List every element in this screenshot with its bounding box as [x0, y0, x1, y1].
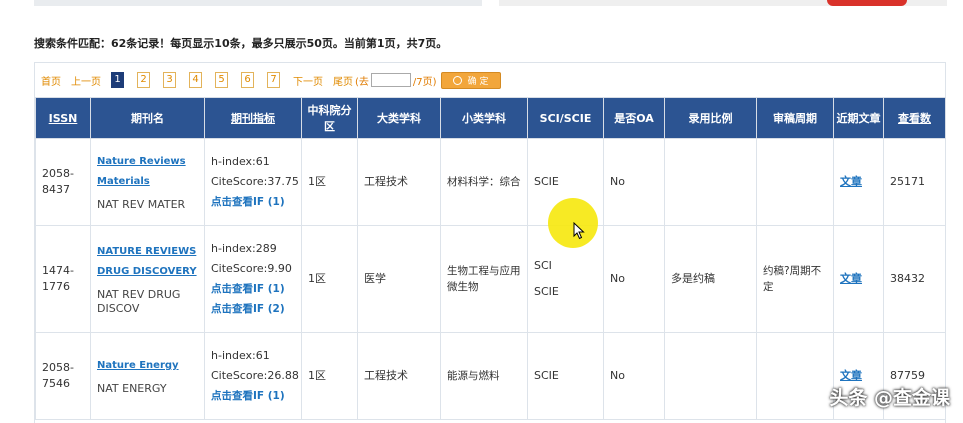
articles-cell: 文章 [833, 225, 884, 333]
page-1[interactable]: 1 [111, 72, 124, 88]
confirm-button[interactable]: 确 定 [440, 71, 501, 89]
journal-abbr: NAT REV MATER [97, 198, 186, 211]
category-cell: 工程技术 [357, 332, 441, 420]
banner-image-left [34, 0, 482, 6]
journal-title-link[interactable]: NATURE REVIEWS DRUG DISCOVERY [97, 242, 198, 282]
confirm-label: 确 定 [467, 76, 489, 87]
journal-title-link[interactable]: Nature Reviews Materials [97, 152, 198, 192]
col-oa: 是否OA [603, 97, 665, 139]
metrics-cell: h-index:61 CiteScore:37.75 点击查看IF (1) [204, 138, 302, 226]
zone-cell: 1区 [301, 332, 358, 420]
table-header-row: ISSN 期刊名 期刊指标 中科院分区 大类学科 小类学科 SCI/SCIE 是… [35, 97, 946, 139]
journal-cell: Nature Energy NAT ENERGY [90, 332, 205, 420]
sci-label: SCI [534, 259, 552, 272]
if-link[interactable]: 点击查看IF (2) [211, 299, 295, 319]
col-cas-zone: 中科院分区 [301, 97, 358, 139]
pagination: 首页 上一页 1 2 3 4 5 6 7 下一页 尾页 (去 /7页) 确 定 [41, 71, 501, 89]
subcategory-cell: 材料科学：综合 [440, 138, 528, 226]
journal-cell: NATURE REVIEWS DRUG DISCOVERY NAT REV DRU… [90, 225, 205, 333]
oa-cell: No [603, 332, 665, 420]
table-row: 1474-1776 NATURE REVIEWS DRUG DISCOVERY N… [35, 225, 946, 333]
citescore: CiteScore:37.75 [211, 175, 299, 188]
banner-image-right [499, 0, 947, 6]
col-category: 大类学科 [357, 97, 441, 139]
scie-label: SCIE [534, 285, 559, 298]
subcategory-cell: 生物工程与应用微生物 [440, 225, 528, 333]
col-acceptance: 录用比例 [664, 97, 757, 139]
category-cell: 医学 [357, 225, 441, 333]
col-issn[interactable]: ISSN [35, 97, 91, 139]
issn-cell: 2058-8437 [35, 138, 91, 226]
top-banner [0, 0, 963, 8]
page-4[interactable]: 4 [189, 72, 202, 88]
table-row: 2058-7546 Nature Energy NAT ENERGY h-ind… [35, 332, 946, 420]
issn-cell: 1474-1776 [35, 225, 91, 333]
acceptance-cell [664, 332, 757, 420]
category-cell: 工程技术 [357, 138, 441, 226]
zone-cell: 1区 [301, 225, 358, 333]
review-cell: 约稿?周期不定 [756, 225, 834, 333]
goto-prefix: (去 [355, 76, 369, 88]
if-link[interactable]: 点击查看IF (1) [211, 279, 295, 299]
search-summary: 搜索条件匹配：62条记录！每页显示10条，最多只展示50页。当前第1页，共7页。 [34, 37, 448, 50]
articles-link[interactable]: 文章 [840, 175, 862, 188]
sci-cell: SCIE [527, 332, 604, 420]
journal-table: ISSN 期刊名 期刊指标 中科院分区 大类学科 小类学科 SCI/SCIE 是… [35, 97, 946, 420]
review-cell [756, 332, 834, 420]
if-link[interactable]: 点击查看IF (1) [211, 386, 295, 406]
circle-icon [452, 75, 462, 85]
next-page-link[interactable]: 下一页 [293, 73, 323, 88]
page-2[interactable]: 2 [137, 72, 150, 88]
col-review-cycle: 审稿周期 [756, 97, 834, 139]
articles-link[interactable]: 文章 [840, 272, 862, 285]
if-link[interactable]: 点击查看IF (1) [211, 192, 295, 212]
oa-cell: No [603, 225, 665, 333]
h-index: h-index:61 [211, 349, 270, 362]
col-metrics[interactable]: 期刊指标 [204, 97, 302, 139]
table-row: 2058-8437 Nature Reviews Materials NAT RE… [35, 138, 946, 226]
col-recent-articles: 近期文章 [833, 97, 884, 139]
col-views[interactable]: 查看数 [883, 97, 946, 139]
col-subcategory: 小类学科 [440, 97, 528, 139]
page-3[interactable]: 3 [163, 72, 176, 88]
views-cell: 25171 [883, 138, 946, 226]
journal-title-link[interactable]: Nature Energy [97, 356, 198, 376]
prev-page-link[interactable]: 上一页 [71, 73, 101, 88]
acceptance-cell: 多是约稿 [664, 225, 757, 333]
views-cell: 38432 [883, 225, 946, 333]
zone-cell: 1区 [301, 138, 358, 226]
col-sci: SCI/SCIE [527, 97, 604, 139]
journal-cell: Nature Reviews Materials NAT REV MATER [90, 138, 205, 226]
page-7[interactable]: 7 [267, 72, 280, 88]
watermark: 头条 @查金课 [829, 387, 950, 409]
citescore: CiteScore:9.90 [211, 262, 292, 275]
subcategory-cell: 能源与燃料 [440, 332, 528, 420]
results-panel: 首页 上一页 1 2 3 4 5 6 7 下一页 尾页 (去 /7页) 确 定 … [34, 62, 946, 423]
metrics-cell: h-index:289 CiteScore:9.90 点击查看IF (1) 点击… [204, 225, 302, 333]
page-6[interactable]: 6 [241, 72, 254, 88]
articles-link[interactable]: 文章 [840, 369, 862, 382]
col-journal: 期刊名 [90, 97, 205, 139]
acceptance-cell [664, 138, 757, 226]
metrics-cell: h-index:61 CiteScore:26.88 点击查看IF (1) [204, 332, 302, 420]
journal-abbr: NAT ENERGY [97, 382, 167, 395]
review-cell [756, 138, 834, 226]
mouse-pointer-icon [573, 222, 585, 240]
goto-suffix: /7页) [412, 76, 437, 88]
articles-cell: 文章 [833, 138, 884, 226]
goto-page-input[interactable] [370, 73, 411, 87]
oa-cell: No [603, 138, 665, 226]
last-page-link[interactable]: 尾页 [333, 73, 353, 88]
h-index: h-index:289 [211, 242, 277, 255]
issn-cell: 2058-7546 [35, 332, 91, 420]
journal-abbr: NAT REV DRUG DISCOV [97, 288, 181, 315]
page-5[interactable]: 5 [215, 72, 228, 88]
citescore: CiteScore:26.88 [211, 369, 299, 382]
first-page-link[interactable]: 首页 [41, 73, 61, 88]
h-index: h-index:61 [211, 155, 270, 168]
